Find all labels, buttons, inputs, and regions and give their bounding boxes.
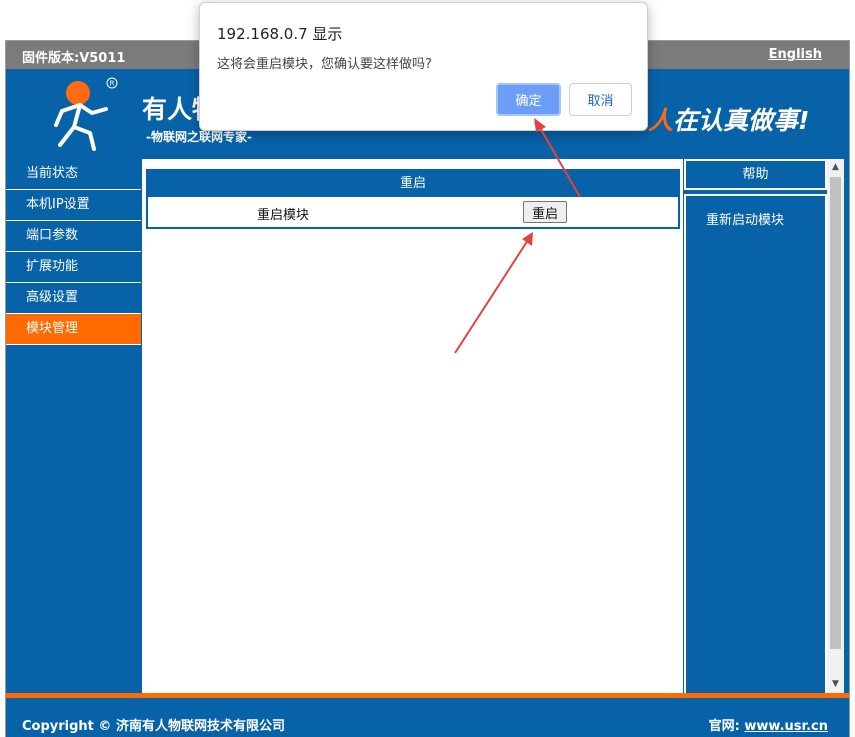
scroll-down-icon[interactable]: ▼	[827, 676, 844, 693]
sidebar-item-status[interactable]: 当前状态	[6, 159, 141, 190]
cancel-button[interactable]: 取消	[569, 83, 632, 116]
website-link[interactable]: www.usr.cn	[744, 719, 828, 734]
website-label: 官网:	[708, 719, 740, 734]
slogan-highlight: 人	[648, 106, 674, 135]
sidebar-item-extended[interactable]: 扩展功能	[6, 252, 141, 283]
help-text: 重新启动模块	[706, 213, 785, 228]
confirm-button[interactable]: 确定	[496, 83, 561, 116]
confirm-dialog: 192.168.0.7 显示 这将会重启模块，您确认要这样做吗? 确定 取消	[199, 2, 648, 131]
help-title: 帮助	[684, 159, 827, 190]
dialog-message: 这将会重启模块，您确认要这样做吗?	[217, 57, 432, 72]
scroll-up-icon[interactable]: ▲	[827, 159, 844, 176]
reboot-label: 重启模块	[257, 208, 310, 223]
screenshot-root: 固件版本:V5011 English R 有人物 -物联网之联网专家- 人在认真…	[0, 0, 855, 737]
scroll-thumb[interactable]	[830, 177, 841, 649]
copyright: Copyright © 济南有人物联网技术有限公司	[22, 719, 285, 734]
scrollbar[interactable]: ▲ ▼	[827, 159, 844, 693]
help-body: 重新启动模块	[684, 194, 827, 693]
slogan: 人在认真做事!	[648, 101, 809, 137]
sidebar-item-module-management[interactable]: 模块管理	[6, 314, 141, 345]
registered-mark: R	[110, 80, 115, 88]
sidebar: 当前状态 本机IP设置 端口参数 扩展功能 高级设置 模块管理	[6, 159, 141, 693]
usr-logo-icon: R	[54, 77, 118, 151]
sidebar-item-ip-settings[interactable]: 本机IP设置	[6, 190, 141, 221]
reboot-button[interactable]: 重启	[523, 201, 567, 223]
router-config-page: 固件版本:V5011 English R 有人物 -物联网之联网专家- 人在认真…	[5, 40, 850, 737]
panel-title: 重启	[148, 171, 678, 197]
main-content: 重启 重启模块 重启	[142, 159, 683, 693]
dialog-title: 192.168.0.7 显示	[217, 25, 343, 43]
sidebar-item-port-params[interactable]: 端口参数	[6, 221, 141, 252]
website: 官网: www.usr.cn	[709, 715, 828, 734]
reboot-row: 重启模块 重启	[148, 197, 678, 228]
firmware-version: 固件版本:V5011	[22, 51, 126, 66]
footer: Copyright © 济南有人物联网技术有限公司 官网: www.usr.cn	[6, 698, 849, 737]
help-panel: 帮助 重新启动模块	[684, 159, 827, 693]
english-link[interactable]: English	[769, 47, 822, 62]
reboot-panel: 重启 重启模块 重启	[146, 169, 680, 229]
slogan-rest: 在认真做事!	[673, 106, 810, 135]
sidebar-item-advanced[interactable]: 高级设置	[6, 283, 141, 314]
